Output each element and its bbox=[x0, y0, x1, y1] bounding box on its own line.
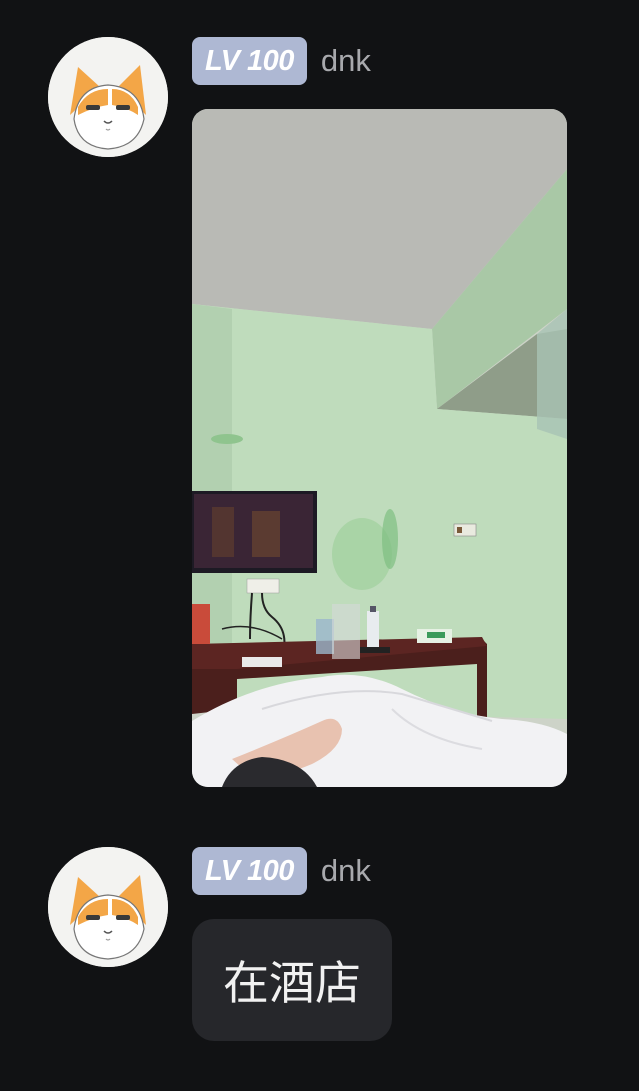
username[interactable]: dnk bbox=[321, 853, 371, 889]
hotel-room-photo bbox=[192, 109, 567, 787]
message-text-bubble[interactable]: 在酒店 bbox=[192, 919, 392, 1041]
level-badge: LV 100 bbox=[192, 847, 307, 895]
user-avatar[interactable] bbox=[48, 847, 168, 967]
message-2: LV 100 dnk 在酒店 bbox=[0, 800, 639, 1091]
message-image[interactable] bbox=[192, 109, 567, 787]
cat-avatar-icon bbox=[48, 37, 168, 157]
username[interactable]: dnk bbox=[321, 43, 371, 79]
message-header: LV 100 dnk bbox=[192, 37, 371, 85]
message-text: 在酒店 bbox=[223, 956, 361, 1010]
message-header: LV 100 dnk bbox=[192, 847, 371, 895]
cat-avatar-icon bbox=[48, 847, 168, 967]
user-avatar[interactable] bbox=[48, 37, 168, 157]
level-badge: LV 100 bbox=[192, 37, 307, 85]
message-1: LV 100 dnk bbox=[0, 0, 639, 800]
